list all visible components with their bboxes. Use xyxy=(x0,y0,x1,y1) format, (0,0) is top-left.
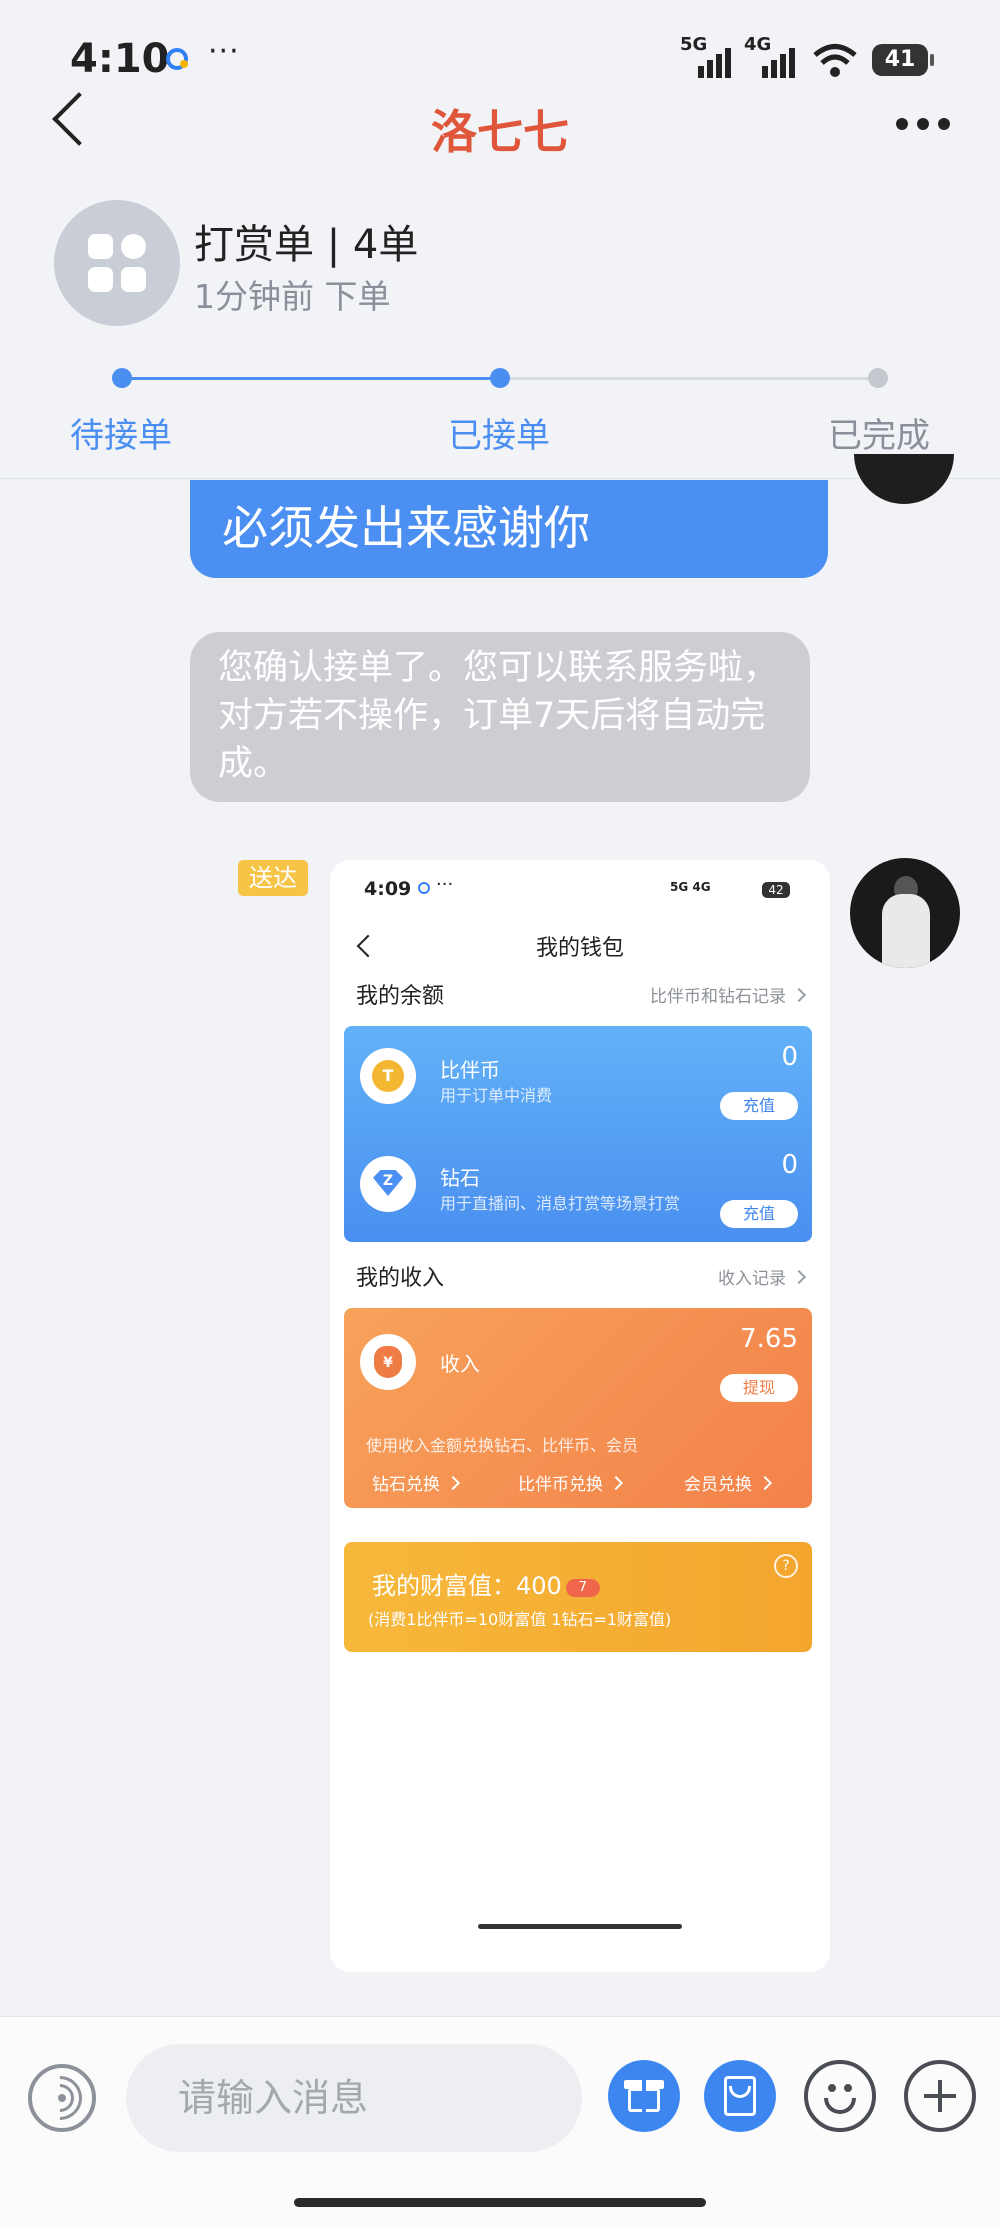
signal-4g-icon xyxy=(762,44,795,78)
coin-desc: 用于订单中消费 xyxy=(440,1086,553,1105)
header-divider xyxy=(0,478,1000,479)
balance-records-link: 比伴币和钻石记录 xyxy=(650,982,807,1007)
more-options-icon[interactable] xyxy=(896,118,950,130)
status-more-icon: ··· xyxy=(208,34,240,69)
message-bubble-self[interactable]: 必须发出来感谢你 xyxy=(190,480,828,578)
money-bag-icon: ¥ xyxy=(360,1334,416,1390)
order-avatar[interactable] xyxy=(54,200,180,326)
chat-title: 洛七七 xyxy=(431,105,569,159)
shot-status-more: ··· xyxy=(436,874,454,895)
diamond-name: 钻石 xyxy=(440,1166,480,1190)
balance-card: T 比伴币 用于订单中消费 0 充值 Z 钻石 用于直播间、消息打赏等场景打赏 … xyxy=(344,1026,812,1242)
balance-section-title: 我的余额 xyxy=(356,984,445,1009)
income-records-link: 收入记录 xyxy=(718,1264,807,1289)
order-time: 1分钟前 下单 xyxy=(194,277,391,316)
shot-location-icon xyxy=(418,882,430,894)
coin-value: 0 xyxy=(781,1042,798,1072)
step-dot-completed xyxy=(868,368,888,388)
shot-status-time: 4:09 xyxy=(364,878,412,900)
step-label-accepted: 已接单 xyxy=(448,416,550,456)
income-note: 使用收入金额兑换钻石、比伴币、会员 xyxy=(366,1436,639,1455)
red-packet-icon[interactable] xyxy=(704,2060,776,2132)
step-dot-pending-order xyxy=(112,368,132,388)
help-icon: ? xyxy=(774,1554,798,1578)
step-label-completed: 已完成 xyxy=(828,416,930,456)
shot-page-title: 我的钱包 xyxy=(535,936,624,961)
signal-5g-icon xyxy=(698,44,731,78)
diamond-desc: 用于直播间、消息打赏等场景打赏 xyxy=(440,1194,681,1213)
shot-battery-icon: 42 xyxy=(762,882,790,898)
step-dot-accepted xyxy=(490,368,510,388)
step-label-pending: 待接单 xyxy=(70,416,172,456)
shot-network-label: 5G 4G xyxy=(670,880,711,894)
wealth-card: 我的财富值：400 7 (消费1比伴币=10财富值 1钻石=1财富值) ? xyxy=(344,1542,812,1652)
emoji-icon[interactable] xyxy=(804,2060,876,2132)
system-message: 您确认接单了。您可以联系服务啦，对方若不操作，订单7天后将自动完成。 xyxy=(190,632,810,802)
coin-recharge-button: 充值 xyxy=(720,1092,798,1120)
membership-exchange-link: 会员兑换 xyxy=(684,1470,773,1495)
home-indicator xyxy=(294,2198,706,2207)
image-message[interactable]: 4:09 ··· 5G 4G 42 我的钱包 我的余额 比伴币和钻石记录 T 比… xyxy=(330,860,830,1972)
withdraw-button: 提现 xyxy=(720,1374,798,1402)
diamond-value: 0 xyxy=(781,1150,798,1180)
coin-icon: T xyxy=(360,1048,416,1104)
plus-icon[interactable] xyxy=(904,2060,976,2132)
voice-icon[interactable] xyxy=(28,2064,96,2132)
diamond-icon: Z xyxy=(360,1156,416,1212)
wealth-title: 我的财富值：400 7 xyxy=(372,1566,600,1601)
wealth-note: (消费1比伴币=10财富值 1钻石=1财富值) xyxy=(368,1610,672,1629)
progress-line-pending xyxy=(500,377,878,380)
apps-icon xyxy=(88,234,146,292)
income-name: 收入 xyxy=(440,1352,480,1376)
income-card: ¥ 收入 7.65 提现 使用收入金额兑换钻石、比伴币、会员 钻石兑换 比伴币兑… xyxy=(344,1308,812,1508)
shot-home-indicator xyxy=(478,1924,682,1929)
user-avatar-top[interactable] xyxy=(854,454,954,504)
wealth-level-badge: 7 xyxy=(565,1579,600,1597)
location-status-icon xyxy=(166,48,188,70)
status-time: 4:10 xyxy=(70,36,170,82)
progress-line-done xyxy=(122,377,500,380)
order-title: 打赏单 | 4单 xyxy=(194,222,419,268)
diamond-recharge-button: 充值 xyxy=(720,1200,798,1228)
income-value: 7.65 xyxy=(740,1324,798,1354)
gift-icon[interactable] xyxy=(608,2060,680,2132)
income-section-title: 我的收入 xyxy=(356,1266,445,1291)
delivered-badge: 送达 xyxy=(238,860,308,896)
message-input[interactable] xyxy=(126,2044,582,2152)
user-avatar[interactable] xyxy=(850,858,960,968)
wifi-icon xyxy=(813,44,857,77)
battery-icon: 41 xyxy=(872,44,934,76)
coin-name: 比伴币 xyxy=(440,1058,500,1082)
coin-exchange-link: 比伴币兑换 xyxy=(518,1470,624,1495)
diamond-exchange-link: 钻石兑换 xyxy=(372,1470,461,1495)
